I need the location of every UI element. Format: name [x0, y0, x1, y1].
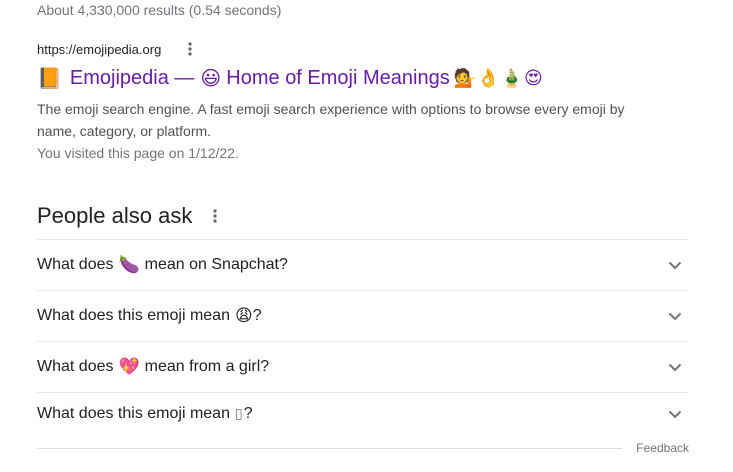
paa-question[interactable]: What does 💖 mean from a girl?	[37, 342, 689, 393]
title-emojis-icon: 💁👌🎍😍	[453, 67, 544, 89]
eggplant-emoji-icon: 🍆	[118, 255, 140, 275]
paa-question-text: What does this emoji mean 😩 ?	[37, 306, 262, 326]
paa-question-text: What does 💖 mean from a girl?	[37, 357, 269, 377]
weary-face-emoji-icon: 😩	[234, 306, 253, 326]
chevron-down-icon[interactable]	[663, 253, 687, 277]
people-also-ask-list: What does 🍆 mean on Snapchat? What does …	[37, 239, 689, 435]
missing-glyph-emoji-icon: ▯	[234, 406, 243, 422]
chevron-down-icon[interactable]	[663, 355, 687, 379]
paa-question[interactable]: What does 🍆 mean on Snapchat?	[37, 240, 689, 291]
question-text-before: What does	[37, 358, 114, 375]
result-url[interactable]: https://emojipedia.org	[37, 42, 161, 57]
paa-footer: Feedback	[37, 441, 689, 455]
more-options-icon[interactable]	[181, 40, 199, 58]
paa-question[interactable]: What does this emoji mean ▯ ?	[37, 393, 689, 435]
question-text-after: mean on Snapchat?	[144, 256, 288, 273]
question-text-after: mean from a girl?	[144, 358, 270, 375]
result-title-part2: Home of Emoji Meanings	[226, 66, 450, 89]
paa-question-text: What does this emoji mean ▯ ?	[37, 405, 253, 423]
feedback-link[interactable]: Feedback	[636, 441, 689, 455]
question-text-before: What does	[37, 256, 114, 273]
question-text-after: ?	[252, 307, 262, 324]
question-text-before: What does this emoji mean	[37, 307, 230, 324]
people-also-ask-header: People also ask	[37, 203, 224, 229]
sparkling-heart-emoji-icon: 💖	[118, 357, 140, 377]
question-text-after: ?	[243, 405, 253, 422]
result-title-part1: Emojipedia —	[69, 66, 195, 89]
chevron-down-icon[interactable]	[663, 304, 687, 328]
book-emoji-icon: 📙	[37, 66, 62, 90]
divider	[37, 447, 623, 449]
paa-more-options-icon[interactable]	[206, 207, 224, 225]
search-result: https://emojipedia.org 📙 Emojipedia — 😃 …	[37, 40, 657, 164]
smiley-emoji-icon: 😃	[200, 66, 222, 90]
result-snippet: The emoji search engine. A fast emoji se…	[37, 101, 625, 139]
paa-question-text: What does 🍆 mean on Snapchat?	[37, 255, 288, 275]
chevron-down-icon[interactable]	[663, 402, 687, 426]
question-text-before: What does this emoji mean	[37, 405, 230, 422]
result-title-link[interactable]: 📙 Emojipedia — 😃 Home of Emoji Meanings …	[37, 66, 544, 90]
result-url-row: https://emojipedia.org	[37, 40, 657, 58]
paa-question[interactable]: What does this emoji mean 😩 ?	[37, 291, 689, 342]
visited-note: You visited this page on 1/12/22.	[37, 145, 239, 161]
people-also-ask-heading: People also ask	[37, 203, 193, 228]
result-stats: About 4,330,000 results (0.54 seconds)	[37, 2, 282, 18]
